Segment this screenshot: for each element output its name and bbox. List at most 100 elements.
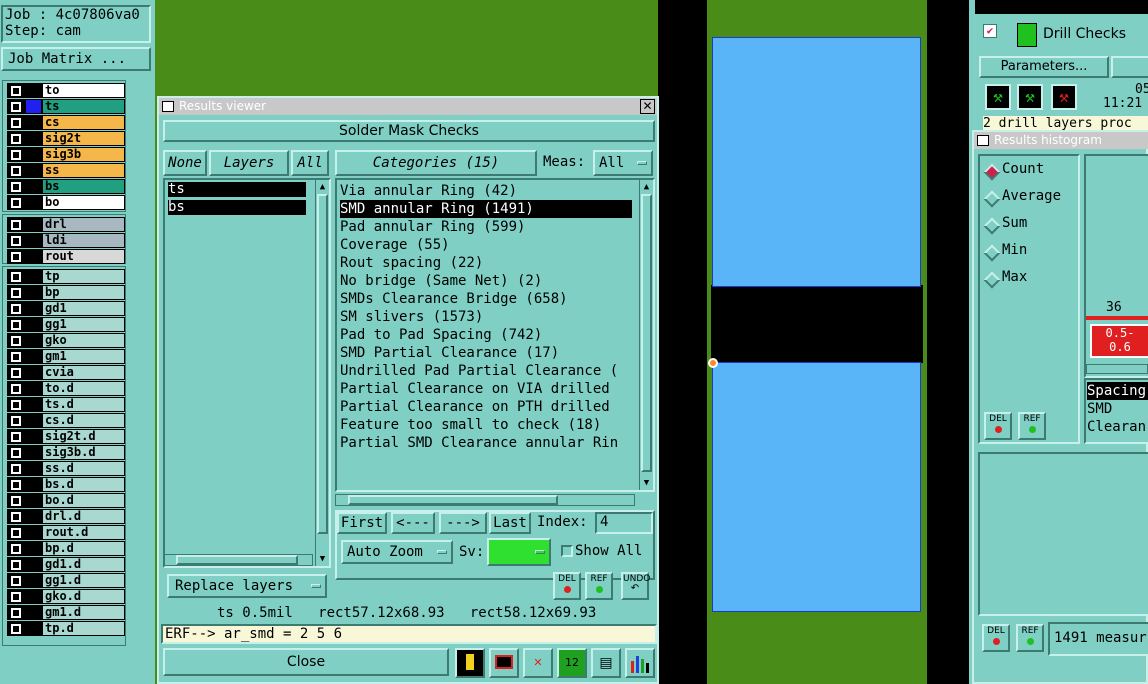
measure-radio-sum[interactable] [983, 217, 1001, 235]
layers-button[interactable]: Layers [209, 150, 289, 176]
window-menu-icon[interactable] [977, 135, 989, 146]
layer-row-bs.d[interactable]: bs.d [7, 477, 125, 492]
layer-checkbox[interactable] [11, 166, 21, 176]
layer-row-sig3b.d[interactable]: sig3b.d [7, 445, 125, 460]
layer-row-sig2t.d[interactable]: sig2t.d [7, 429, 125, 444]
category-item[interactable]: Partial SMD Clearance annular Rin [340, 434, 632, 452]
histogram-delete-button[interactable]: DEL [984, 412, 1012, 440]
layer-checkbox[interactable] [11, 102, 21, 112]
layer-checkbox[interactable] [11, 252, 21, 262]
layer-row-ss[interactable]: ss [7, 163, 125, 178]
scroll-down-icon[interactable]: ▼ [317, 553, 328, 565]
category-item[interactable]: Feature too small to check (18) [340, 416, 632, 434]
layer-row-to.d[interactable]: to.d [7, 381, 125, 396]
first-button[interactable]: First [337, 512, 387, 534]
meas-dropdown[interactable]: All [593, 150, 653, 176]
layer-row-gg1[interactable]: gg1 [7, 317, 125, 332]
layer-row-bo.d[interactable]: bo.d [7, 493, 125, 508]
undo-button[interactable]: UNDO ↶ [621, 572, 650, 600]
layer-affected-indicator[interactable] [26, 350, 41, 363]
layer-row-cvia[interactable]: cvia [7, 365, 125, 380]
stop-icon[interactable]: ⚒ [1051, 84, 1077, 110]
layer-checkbox[interactable] [11, 464, 21, 474]
layer-affected-indicator[interactable] [26, 180, 41, 193]
measure-radio-min[interactable] [983, 244, 1001, 262]
scroll-up-icon[interactable]: ▲ [317, 181, 328, 193]
result-layer-item[interactable]: bs [168, 200, 306, 215]
layer-row-cs[interactable]: cs [7, 115, 125, 130]
histogram-result-item[interactable]: Clearan [1087, 418, 1148, 436]
category-item[interactable]: Partial Clearance on VIA drilled [340, 380, 632, 398]
layer-affected-indicator[interactable] [26, 430, 41, 443]
histogram-hscrollbar[interactable] [1086, 364, 1148, 374]
layer-checkbox[interactable] [11, 198, 21, 208]
results-viewer-titlebar[interactable]: Results viewer ✕ [159, 98, 657, 115]
layer-row-ts.d[interactable]: ts.d [7, 397, 125, 412]
replace-layers-dropdown[interactable]: Replace layers [167, 574, 327, 598]
layer-row-gko.d[interactable]: gko.d [7, 589, 125, 604]
layer-affected-indicator[interactable] [26, 302, 41, 315]
layer-affected-indicator[interactable] [26, 318, 41, 331]
layer-row-bo[interactable]: bo [7, 195, 125, 210]
category-item[interactable]: No bridge (Same Net) (2) [340, 272, 632, 290]
layer-checkbox[interactable] [11, 304, 21, 314]
layer-affected-indicator[interactable] [26, 558, 41, 571]
layer-row-drl.d[interactable]: drl.d [7, 509, 125, 524]
layer-affected-indicator[interactable] [26, 286, 41, 299]
run-icon[interactable]: ⚒ [985, 84, 1011, 110]
category-item[interactable]: Rout spacing (22) [340, 254, 632, 272]
category-item[interactable]: Pad to Pad Spacing (742) [340, 326, 632, 344]
show-all-checkbox[interactable] [561, 545, 573, 557]
layer-affected-indicator[interactable] [26, 606, 41, 619]
all-button[interactable]: All [291, 150, 329, 176]
categories-hscrollbar[interactable] [335, 494, 635, 506]
delete-button[interactable]: DEL [553, 572, 581, 600]
layer-affected-indicator[interactable] [26, 446, 41, 459]
category-item[interactable]: SMD annular Ring (1491) [340, 200, 632, 218]
layer-row-bp[interactable]: bp [7, 285, 125, 300]
layer-affected-indicator[interactable] [26, 334, 41, 347]
layer-row-ts[interactable]: ts [7, 99, 125, 114]
category-item[interactable]: Via annular Ring (42) [340, 182, 632, 200]
layer-affected-indicator[interactable] [26, 100, 41, 113]
parameters-button[interactable]: Parameters... [979, 56, 1109, 78]
bar-chart-icon[interactable] [625, 648, 655, 678]
window-menu-icon[interactable] [162, 101, 174, 112]
layer-checkbox[interactable] [11, 352, 21, 362]
index-input[interactable]: 4 [595, 512, 653, 534]
layer-checkbox[interactable] [11, 272, 21, 282]
layer-checkbox[interactable] [11, 592, 21, 602]
layer-affected-indicator[interactable] [26, 494, 41, 507]
layer-checkbox[interactable] [11, 320, 21, 330]
layers-scroll-thumb[interactable] [317, 194, 328, 534]
layer-row-tp[interactable]: tp [7, 269, 125, 284]
measure-radio-max[interactable] [983, 271, 1001, 289]
drill-checks-checkbox[interactable]: ✔ [983, 24, 997, 38]
layer-checkbox[interactable] [11, 86, 21, 96]
layer-affected-indicator[interactable] [26, 526, 41, 539]
smd-pad-bottom[interactable] [712, 362, 921, 612]
layer-affected-indicator[interactable] [26, 414, 41, 427]
layer-affected-indicator[interactable] [26, 270, 41, 283]
histogram-ref-button[interactable]: REF [1016, 624, 1044, 652]
category-item[interactable]: Coverage (55) [340, 236, 632, 254]
highlight-icon[interactable] [455, 648, 485, 678]
layer-checkbox[interactable] [11, 416, 21, 426]
layer-checkbox[interactable] [11, 496, 21, 506]
layer-affected-indicator[interactable] [26, 164, 41, 177]
category-item[interactable]: Partial Clearance on PTH drilled [340, 398, 632, 416]
layer-checkbox[interactable] [11, 182, 21, 192]
scroll-up-icon[interactable]: ▲ [641, 181, 652, 193]
layer-checkbox[interactable] [11, 336, 21, 346]
layer-checkbox[interactable] [11, 480, 21, 490]
category-item[interactable]: SM slivers (1573) [340, 308, 632, 326]
histogram-titlebar[interactable]: Results histogram [974, 132, 1148, 149]
layer-row-gm1.d[interactable]: gm1.d [7, 605, 125, 620]
layer-checkbox[interactable] [11, 528, 21, 538]
layer-row-gd1.d[interactable]: gd1.d [7, 557, 125, 572]
layer-affected-indicator[interactable] [26, 622, 41, 635]
job-matrix-button[interactable]: Job Matrix ... [1, 47, 151, 71]
layer-row-sig3b[interactable]: sig3b [7, 147, 125, 162]
layer-affected-indicator[interactable] [26, 398, 41, 411]
layer-row-gko[interactable]: gko [7, 333, 125, 348]
